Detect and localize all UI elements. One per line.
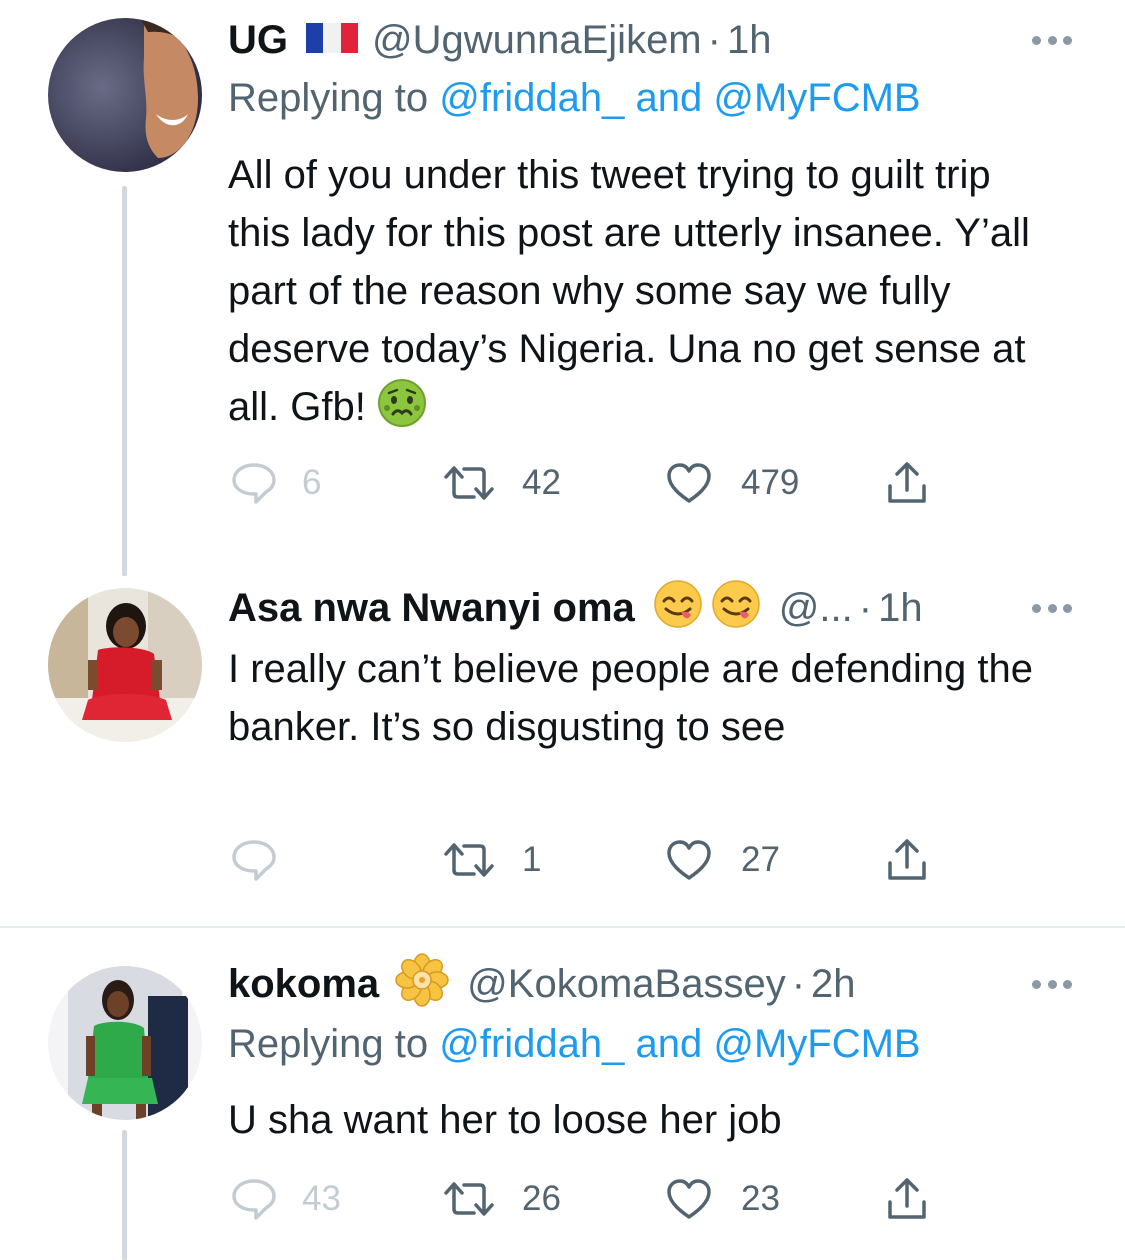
replying-to: Replying to @friddah_ and @MyFCMB xyxy=(228,74,921,122)
separator-dot: · xyxy=(791,962,806,1006)
share-icon xyxy=(888,839,926,880)
reply-button[interactable]: 43 xyxy=(230,1174,341,1224)
mention-myfcmb[interactable]: @MyFCMB xyxy=(713,1022,920,1066)
tweet-asa[interactable]: Asa nwa Nwanyi oma @... · 1h I really ca… xyxy=(0,579,1125,928)
avatar[interactable] xyxy=(48,966,202,1120)
share-button[interactable] xyxy=(885,835,929,885)
retweet-icon xyxy=(444,843,494,877)
reply-icon xyxy=(232,1179,276,1220)
like-button[interactable]: 479 xyxy=(665,458,799,508)
more-options-icon[interactable] xyxy=(1032,601,1072,615)
timestamp[interactable]: 2h xyxy=(811,962,856,1006)
reply-button[interactable] xyxy=(230,835,278,885)
display-name[interactable]: UG xyxy=(228,18,288,62)
user-handle[interactable]: @KokomaBassey xyxy=(467,962,786,1006)
like-count: 23 xyxy=(741,1179,780,1218)
like-button[interactable]: 27 xyxy=(665,835,780,885)
tweet-text-body: All of you under this tweet trying to gu… xyxy=(228,153,1030,429)
tweet-header: UG @UgwunnaEjikem · 1h xyxy=(228,18,771,62)
tweet-kokoma[interactable]: kokoma @KokomaBassey · 2h Replying to @f… xyxy=(0,928,1125,1260)
heart-icon xyxy=(667,1179,711,1219)
user-handle[interactable]: @UgwunnaEjikem xyxy=(372,18,702,62)
timestamp[interactable]: 1h xyxy=(727,18,772,62)
share-icon xyxy=(888,462,926,503)
france-flag-icon xyxy=(306,18,358,62)
face-savoring-food-icon xyxy=(711,579,761,638)
retweet-button[interactable]: 1 xyxy=(440,835,541,885)
retweet-button[interactable]: 42 xyxy=(440,458,561,508)
mention-friddah[interactable]: @friddah_ xyxy=(439,76,624,120)
like-button[interactable]: 23 xyxy=(665,1174,780,1224)
nauseated-face-icon xyxy=(377,378,427,444)
tweet-header: kokoma @KokomaBassey · 2h xyxy=(228,952,856,1007)
retweet-count: 42 xyxy=(522,463,561,502)
tweet-text: All of you under this tweet trying to gu… xyxy=(228,146,1058,444)
tweet-ug[interactable]: UG @UgwunnaEjikem · 1h Replying to @frid… xyxy=(0,0,1125,580)
timestamp[interactable]: 1h xyxy=(878,586,923,630)
mention-myfcmb[interactable]: @MyFCMB xyxy=(713,76,920,120)
reply-count: 6 xyxy=(302,463,322,502)
replying-prefix: Replying to xyxy=(228,1022,440,1066)
avatar[interactable] xyxy=(48,588,202,742)
like-count: 27 xyxy=(741,840,780,879)
share-icon xyxy=(888,1178,926,1219)
face-savoring-food-icon xyxy=(653,579,703,638)
more-options-icon[interactable] xyxy=(1032,33,1072,47)
retweet-count: 1 xyxy=(522,840,542,879)
separator-dot: · xyxy=(707,18,721,62)
display-name[interactable]: Asa nwa Nwanyi oma xyxy=(228,586,635,630)
replying-and: and xyxy=(624,76,714,120)
tweet-text: U sha want her to loose her job xyxy=(228,1098,782,1142)
share-button[interactable] xyxy=(885,458,929,508)
retweet-button[interactable]: 26 xyxy=(440,1174,561,1224)
replying-to: Replying to @friddah_ and @MyFCMB xyxy=(228,1020,921,1068)
retweet-icon xyxy=(444,466,494,500)
retweet-icon xyxy=(444,1182,494,1216)
retweet-count: 26 xyxy=(522,1179,561,1218)
share-button[interactable] xyxy=(885,1174,929,1224)
reply-icon xyxy=(232,463,276,504)
blossom-icon xyxy=(395,952,449,1016)
user-handle[interactable]: @... xyxy=(779,586,853,630)
replying-and: and xyxy=(624,1022,714,1066)
heart-icon xyxy=(667,463,711,503)
replying-prefix: Replying to xyxy=(228,76,440,120)
tweet-text: I really can’t believe people are defend… xyxy=(228,647,1033,749)
like-count: 479 xyxy=(741,463,800,502)
reply-icon xyxy=(232,840,276,881)
more-options-icon[interactable] xyxy=(1032,977,1072,991)
reply-count: 43 xyxy=(302,1179,341,1218)
mention-friddah[interactable]: @friddah_ xyxy=(439,1022,624,1066)
thread-line xyxy=(122,186,127,576)
separator-dot: · xyxy=(858,586,873,630)
thread-line xyxy=(122,1130,127,1260)
reply-button[interactable]: 6 xyxy=(230,458,321,508)
tweet-header: Asa nwa Nwanyi oma @... · 1h xyxy=(228,579,923,630)
heart-icon xyxy=(667,840,711,880)
avatar[interactable] xyxy=(48,18,202,172)
display-name[interactable]: kokoma xyxy=(228,962,379,1006)
